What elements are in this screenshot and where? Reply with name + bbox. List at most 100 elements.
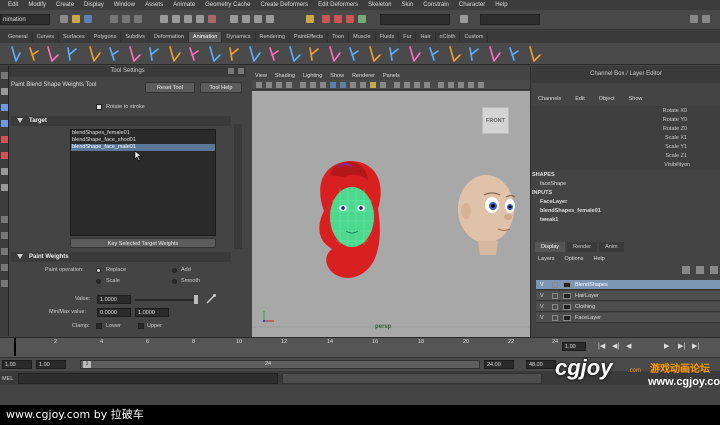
paint-select-icon[interactable] [1, 104, 8, 111]
layer-color-swatch[interactable] [563, 304, 571, 310]
menu-help[interactable]: Help [495, 2, 507, 8]
new-layer-icon[interactable] [682, 266, 690, 274]
depth-of-field-icon[interactable] [468, 82, 474, 88]
layer-color-swatch[interactable] [563, 282, 571, 288]
pick-value-icon[interactable] [205, 293, 217, 305]
max-field[interactable]: 1.0000 [135, 308, 169, 317]
tab-polygons[interactable]: Polygons [90, 32, 122, 42]
lasso-tool-icon[interactable] [1, 88, 8, 95]
input-mode-icon[interactable] [460, 15, 468, 23]
select-tool-icon[interactable] [1, 72, 8, 79]
pick-mask-icon-5[interactable] [208, 15, 216, 23]
channels-menu[interactable]: Channels [538, 96, 561, 102]
menu-character[interactable]: Character [459, 2, 485, 8]
layer-row[interactable]: V BlendShapes [536, 280, 720, 290]
playback-end-field[interactable]: 24.00 [484, 360, 514, 369]
pick-mask-icon-2[interactable] [172, 15, 180, 23]
current-time-field[interactable]: 1.00 [562, 342, 586, 351]
end-time-field[interactable]: 48.00 [526, 360, 556, 369]
tool-settings-scrollbar[interactable] [234, 124, 242, 249]
step-forward-key-icon[interactable]: ▶| [678, 342, 686, 350]
menu-geometry-cache[interactable]: Geometry Cache [205, 2, 250, 8]
input-item[interactable]: tweak1 [540, 216, 558, 225]
min-field[interactable]: 0.0000 [97, 308, 131, 317]
pick-mask-icon[interactable] [160, 15, 168, 23]
tab-muscle[interactable]: Muscle [349, 32, 376, 42]
show-attribute-editor-icon[interactable] [690, 15, 698, 23]
last-tool-icon[interactable] [1, 184, 8, 191]
options-menu[interactable]: Options [565, 256, 584, 262]
start-time-field[interactable]: 1.00 [2, 360, 32, 369]
shadows-icon[interactable] [380, 82, 386, 88]
snap-grid-icon[interactable] [230, 15, 238, 23]
viewport-menu-renderer[interactable]: Renderer [352, 73, 375, 79]
panel-close-icon[interactable] [238, 68, 244, 74]
menu-constrain[interactable]: Constrain [423, 2, 449, 8]
value-slider-handle[interactable] [194, 295, 198, 304]
anti-alias-icon[interactable] [458, 82, 464, 88]
attr-rotate-y[interactable]: Rotate Y [532, 116, 684, 125]
viewport-menu-shading[interactable]: Shading [275, 73, 295, 79]
menu-skeleton[interactable]: Skeleton [368, 2, 391, 8]
snap-plane-icon[interactable] [266, 15, 274, 23]
move-tool-icon[interactable] [1, 120, 8, 127]
value-slider-track[interactable] [135, 299, 197, 301]
textured-icon[interactable] [360, 82, 366, 88]
template-toggle[interactable] [552, 315, 558, 321]
go-to-start-icon[interactable]: |◀ [598, 342, 606, 350]
input-item[interactable]: blendShapes_female01 [540, 207, 601, 216]
tab-custom[interactable]: Custom [460, 32, 489, 42]
step-back-frame-icon[interactable]: ◀ [626, 342, 634, 350]
tab-subdivs[interactable]: Subdivs [121, 32, 150, 42]
tab-curves[interactable]: Curves [33, 32, 59, 42]
viewport-menu-show[interactable]: Show [330, 73, 344, 79]
go-to-end-icon[interactable]: ▶| [692, 342, 700, 350]
panel-float-icon[interactable] [228, 68, 234, 74]
scale-tool-icon[interactable] [1, 152, 8, 159]
tab-animation[interactable]: Animation [188, 32, 223, 42]
menu-animate[interactable]: Animate [173, 2, 195, 8]
layout-single-icon[interactable] [1, 216, 8, 223]
template-toggle[interactable] [552, 282, 558, 288]
playback-start-field[interactable]: 1.00 [36, 360, 66, 369]
smooth-shade-icon[interactable] [340, 82, 346, 88]
tab-anim[interactable]: Anim [599, 242, 624, 252]
motion-blur-icon[interactable] [448, 82, 454, 88]
visibility-toggle[interactable]: V [540, 280, 544, 290]
range-slider[interactable]: 1 24 [80, 360, 480, 369]
reset-tool-button[interactable]: Reset Tool [145, 82, 195, 93]
save-scene-icon[interactable] [84, 15, 92, 23]
layout-persp-outliner-icon[interactable] [1, 248, 8, 255]
input-item[interactable]: FaceLayer [540, 198, 567, 207]
rotate-to-stroke-checkbox[interactable] [96, 104, 102, 110]
layer-row[interactable]: V HairLayer [536, 291, 720, 301]
menu-display[interactable]: Display [84, 2, 104, 8]
list-item[interactable]: blendShapes_female01 [71, 130, 215, 137]
help-menu[interactable]: Help [593, 256, 604, 262]
rotate-tool-icon[interactable] [1, 136, 8, 143]
lower-checkbox[interactable] [96, 323, 102, 329]
select-object-icon[interactable] [122, 15, 130, 23]
layer-row[interactable]: V Clothing [536, 302, 720, 312]
template-toggle[interactable] [552, 304, 558, 310]
attr-visibility[interactable]: Visibility [532, 161, 684, 170]
bookmark-icon[interactable] [276, 82, 282, 88]
step-back-key-icon[interactable]: ◀| [612, 342, 620, 350]
menu-assets[interactable]: Assets [145, 2, 163, 8]
ambient-occlusion-icon[interactable] [438, 82, 444, 88]
tab-painteffects[interactable]: PaintEffects [290, 32, 329, 42]
tab-surfaces[interactable]: Surfaces [59, 32, 90, 42]
view-cube[interactable]: FRONT [482, 107, 509, 134]
menu-skin[interactable]: Skin [402, 2, 414, 8]
menu-create-deformers[interactable]: Create Deformers [260, 2, 308, 8]
attr-value[interactable]: 0 [684, 125, 698, 134]
attr-value[interactable]: 1 [684, 152, 698, 161]
menu-edit[interactable]: Edit [8, 2, 18, 8]
camera-select-icon[interactable] [256, 82, 262, 88]
pick-mask-icon-4[interactable] [196, 15, 204, 23]
tab-fur[interactable]: Fur [399, 32, 417, 42]
snap-curve-icon[interactable] [242, 15, 250, 23]
key-selected-target-weights-button[interactable]: Key Selected Target Weights [70, 238, 216, 248]
attr-value[interactable]: 1 [684, 134, 698, 143]
visibility-toggle[interactable]: V [540, 313, 544, 323]
